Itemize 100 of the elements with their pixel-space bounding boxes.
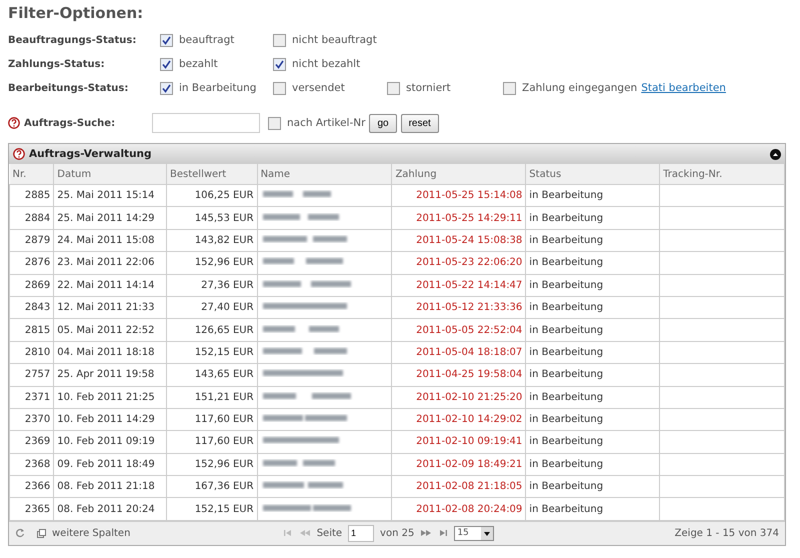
search-label: Auftrags-Suche: xyxy=(24,118,116,128)
table-cell: in Bearbeitung xyxy=(526,274,660,296)
table-cell: 2011-05-04 18:18:07 xyxy=(392,341,526,364)
checkbox[interactable] xyxy=(273,58,286,70)
table-cell: in Bearbeitung xyxy=(526,476,660,498)
table-cell: 22. Mai 2011 14:14 xyxy=(54,274,166,296)
page-size-select[interactable]: 15 xyxy=(454,526,494,541)
help-icon[interactable] xyxy=(8,117,20,129)
option-label: Zahlung eingegangen xyxy=(522,82,638,94)
table-cell: 2368 xyxy=(10,453,54,476)
page-total: von 25 xyxy=(380,528,414,539)
table-cell: 2011-02-08 21:18:05 xyxy=(392,476,526,498)
table-cell: 2011-05-23 22:06:20 xyxy=(392,252,526,274)
table-cell: 2011-02-09 18:49:21 xyxy=(392,453,526,476)
table-cell: in Bearbeitung xyxy=(526,386,660,408)
table-cell: 2011-02-08 20:24:09 xyxy=(392,498,526,520)
search-field[interactable] xyxy=(152,113,260,133)
table-cell: 167,36 EUR xyxy=(166,476,258,498)
table-cell: in Bearbeitung xyxy=(526,229,660,252)
last-page-icon[interactable] xyxy=(438,529,448,538)
table-cell: 25. Mai 2011 14:29 xyxy=(54,206,166,230)
previous-page-icon[interactable] xyxy=(298,529,311,538)
checkbox[interactable] xyxy=(273,34,286,46)
table-cell: 126,65 EUR xyxy=(166,318,258,342)
option-label: versendet xyxy=(292,82,345,94)
table-cell: 2011-02-10 14:29:02 xyxy=(392,408,526,431)
table-cell: 2011-02-10 09:19:41 xyxy=(392,430,526,454)
table-cell: 2011-05-25 14:29:11 xyxy=(392,206,526,230)
table-cell: 27,40 EUR xyxy=(166,296,258,319)
table-cell: in Bearbeitung xyxy=(526,296,660,319)
option-label: nicht bezahlt xyxy=(292,58,360,70)
table-cell: 2011-05-05 22:52:04 xyxy=(392,318,526,342)
column-header[interactable]: Nr. xyxy=(10,164,54,184)
caret-icon[interactable] xyxy=(481,526,494,540)
column-header[interactable]: Tracking-Nr. xyxy=(660,164,784,184)
table-cell: 152,15 EUR xyxy=(166,498,258,520)
table-cell: 152,96 EUR xyxy=(166,453,258,476)
table-cell: 2366 xyxy=(10,476,54,498)
column-header[interactable]: Status xyxy=(526,164,660,184)
next-page-icon[interactable] xyxy=(420,529,432,538)
table-cell: 2011-05-22 14:14:47 xyxy=(392,274,526,296)
option-label: in Bearbeitung xyxy=(179,82,256,94)
checkbox[interactable] xyxy=(160,82,173,94)
table-cell: 2011-05-24 15:08:38 xyxy=(392,229,526,252)
table-cell: in Bearbeitung xyxy=(526,408,660,431)
table-cell: 2885 xyxy=(10,184,54,207)
edit-status-link[interactable]: Stati bearbeiten xyxy=(641,82,726,94)
table-cell: 2884 xyxy=(10,206,54,230)
table-cell: 05. Mai 2011 22:52 xyxy=(54,318,166,342)
table-cell: 10. Feb 2011 14:29 xyxy=(54,408,166,431)
option-label: nicht beauftragt xyxy=(292,34,377,46)
table-cell: 2369 xyxy=(10,430,54,454)
table-cell: 10. Feb 2011 09:19 xyxy=(54,430,166,454)
table-cell: 2370 xyxy=(10,408,54,431)
table-cell: 2876 xyxy=(10,252,54,274)
table-cell: 2843 xyxy=(10,296,54,319)
table-cell: 25. Mai 2011 15:14 xyxy=(54,184,166,207)
panel-title: Auftrags-Verwaltung xyxy=(29,148,152,160)
checkbox[interactable] xyxy=(268,116,281,130)
checkbox[interactable] xyxy=(387,82,400,94)
record-summary: Zeige 1 - 15 von 374 xyxy=(674,528,779,539)
table-cell: 23. Mai 2011 22:06 xyxy=(54,252,166,274)
table-cell: in Bearbeitung xyxy=(526,453,660,476)
search-button[interactable]: go xyxy=(369,114,397,132)
page-field[interactable]: 1 xyxy=(348,524,374,542)
help-icon[interactable] xyxy=(13,148,25,160)
column-header[interactable]: Bestellwert xyxy=(166,164,258,184)
collapse-icon[interactable] xyxy=(770,148,781,160)
option-label: bezahlt xyxy=(179,58,218,70)
more-columns-link[interactable]: weitere Spalten xyxy=(52,528,130,539)
first-page-icon[interactable] xyxy=(282,529,293,538)
table-cell: 2011-02-10 21:25:20 xyxy=(392,386,526,408)
search-button[interactable]: reset xyxy=(400,114,439,132)
checkbox[interactable] xyxy=(503,82,516,94)
column-header[interactable]: Name xyxy=(257,164,392,184)
table-cell: 145,53 EUR xyxy=(166,206,258,230)
table-cell: 2869 xyxy=(10,274,54,296)
checkbox[interactable] xyxy=(160,34,173,46)
columns-icon[interactable] xyxy=(37,528,46,538)
table-cell: in Bearbeitung xyxy=(526,252,660,274)
option-label: nach Artikel-Nr xyxy=(287,117,366,129)
table-cell: 2011-04-25 19:58:04 xyxy=(392,364,526,386)
column-header[interactable]: Datum xyxy=(54,164,166,184)
table-cell: 2815 xyxy=(10,318,54,342)
table-cell: 143,82 EUR xyxy=(166,229,258,252)
table-cell: 2810 xyxy=(10,341,54,364)
table-cell: 117,60 EUR xyxy=(166,430,258,454)
table-cell: 152,15 EUR xyxy=(166,341,258,364)
table-cell: in Bearbeitung xyxy=(526,498,660,520)
table-cell: in Bearbeitung xyxy=(526,206,660,230)
table-cell: 106,25 EUR xyxy=(166,184,258,207)
table-cell: 2365 xyxy=(10,498,54,520)
table-cell: 117,60 EUR xyxy=(166,408,258,431)
table-cell: 09. Feb 2011 18:49 xyxy=(54,453,166,476)
checkbox[interactable] xyxy=(273,82,286,94)
checkbox[interactable] xyxy=(160,58,173,70)
column-header[interactable]: Zahlung xyxy=(392,164,526,184)
table-cell: in Bearbeitung xyxy=(526,364,660,386)
filter-label: Bearbeitungs-Status: xyxy=(8,82,130,94)
refresh-icon[interactable] xyxy=(15,528,25,538)
